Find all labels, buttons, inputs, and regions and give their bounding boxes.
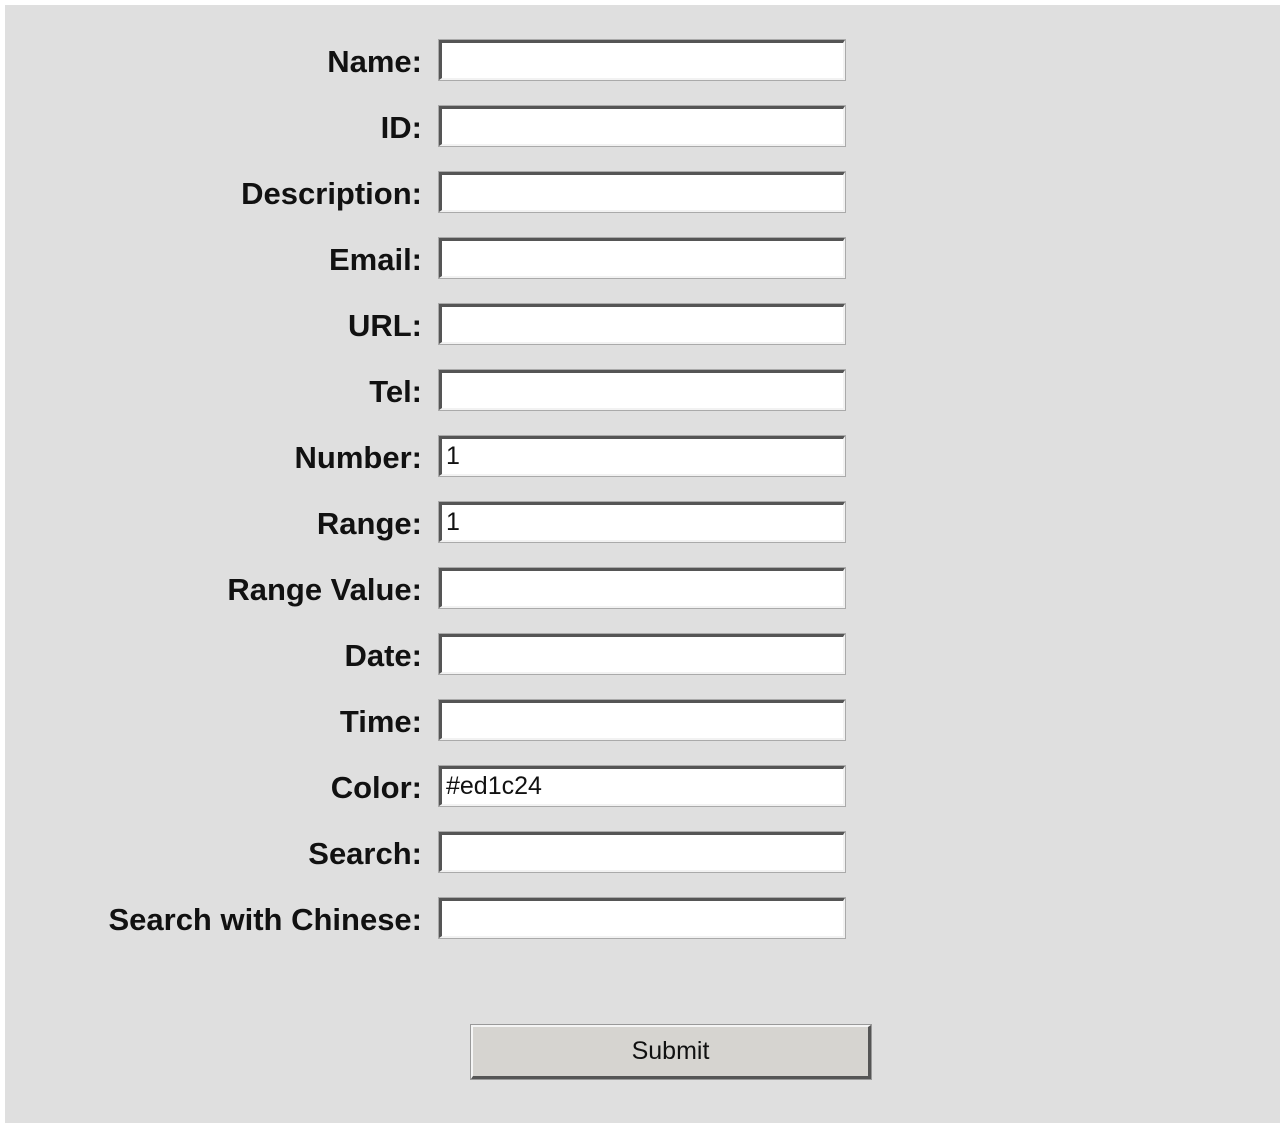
range-input[interactable] xyxy=(438,501,846,543)
form-row-description: Description: xyxy=(5,171,1280,216)
search-with-chinese-label: Search with Chinese: xyxy=(108,902,422,937)
form-row-number: Number: xyxy=(5,435,1280,480)
form-row-range-value: Range Value: xyxy=(5,567,1280,612)
color-input[interactable] xyxy=(438,765,846,807)
time-input[interactable] xyxy=(438,699,846,741)
description-label: Description: xyxy=(241,176,422,211)
number-label: Number: xyxy=(294,440,422,475)
date-input[interactable] xyxy=(438,633,846,675)
id-input[interactable] xyxy=(438,105,846,147)
form-row-name: Name: xyxy=(5,39,1280,84)
form-row-url: URL: xyxy=(5,303,1280,348)
form-row-time: Time: xyxy=(5,699,1280,744)
date-label: Date: xyxy=(344,638,422,673)
form-row-search: Search: xyxy=(5,831,1280,876)
form-row-range: Range: xyxy=(5,501,1280,546)
tel-label: Tel: xyxy=(369,374,422,409)
time-label: Time: xyxy=(339,704,422,739)
description-input[interactable] xyxy=(438,171,846,213)
form-row-color: Color: xyxy=(5,765,1280,810)
url-label: URL: xyxy=(347,308,422,343)
tel-input[interactable] xyxy=(438,369,846,411)
form-row-tel: Tel: xyxy=(5,369,1280,414)
range-label: Range: xyxy=(316,506,422,541)
form-row-id: ID: xyxy=(5,105,1280,150)
search-with-chinese-input[interactable] xyxy=(438,897,846,939)
form-row-date: Date: xyxy=(5,633,1280,678)
search-input[interactable] xyxy=(438,831,846,873)
form-row-search-with-chinese: Search with Chinese: xyxy=(5,897,1280,942)
name-input[interactable] xyxy=(438,39,846,81)
form-panel: Name: ID: Description: Email: URL: Tel: … xyxy=(5,5,1280,1123)
form-row-email: Email: xyxy=(5,237,1280,282)
name-label: Name: xyxy=(327,44,422,79)
id-label: ID: xyxy=(380,110,422,145)
email-label: Email: xyxy=(328,242,422,277)
submit-button[interactable]: Submit xyxy=(470,1024,872,1080)
range-value-input[interactable] xyxy=(438,567,846,609)
color-label: Color: xyxy=(330,770,422,805)
url-input[interactable] xyxy=(438,303,846,345)
range-value-label: Range Value: xyxy=(227,572,422,607)
number-input[interactable] xyxy=(438,435,846,477)
email-input[interactable] xyxy=(438,237,846,279)
search-label: Search: xyxy=(308,836,422,871)
